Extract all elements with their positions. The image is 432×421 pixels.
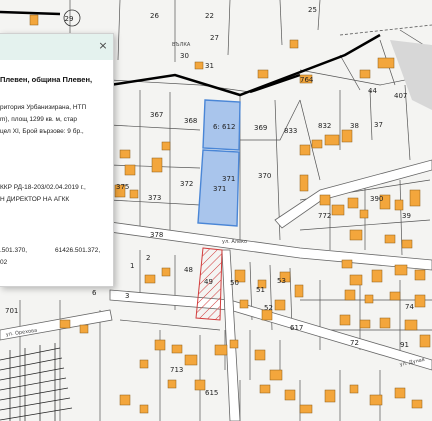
parcel-label: 764	[300, 76, 314, 84]
popup-line: m), площ 1299 кв. м, стар	[0, 116, 77, 123]
popup-coordinate: 61426.501.372,	[55, 247, 101, 254]
parcel-label: 39	[402, 212, 411, 220]
popup-title: Плевен, община Плевен,	[0, 75, 93, 84]
parcel-label: 30	[180, 52, 189, 60]
parcel-label: 701	[5, 307, 18, 315]
selected-parcel-label: 6: 612	[213, 123, 235, 131]
parcel-label: 25	[308, 6, 317, 14]
popup-line: цел XI, Брой вързове: 9 бр.,	[0, 128, 84, 135]
parcel-label: 51	[256, 286, 265, 294]
parcel-label: 713	[170, 366, 183, 374]
street-label: ул. Алеко	[222, 239, 247, 245]
popup-line: Н ДИРЕКТОР НА АГКК	[0, 196, 70, 203]
parcel-label: 38	[350, 122, 359, 130]
parcel-label: 2	[146, 254, 150, 262]
parcel-label: 37	[374, 121, 383, 129]
popup-header: ×	[0, 34, 113, 60]
parcel-label: 615	[205, 389, 218, 397]
parcel-label: 407	[394, 92, 407, 100]
parcel-label: 378	[150, 231, 163, 239]
parcel-label: 91	[400, 341, 409, 349]
parcel-label: 390	[370, 195, 383, 203]
parcel-label: 372	[180, 180, 193, 188]
parcel-label: 3	[125, 292, 129, 300]
parcel-label: 375	[116, 183, 129, 191]
selected-parcel-label: 371	[213, 185, 226, 193]
area-label: ВЪЛКА	[172, 42, 191, 48]
popup-coordinate: .501.370,	[0, 247, 28, 254]
parcel-label: 74	[405, 303, 414, 311]
parcel-label: 1	[130, 262, 134, 270]
parcel-label: 368	[184, 117, 197, 125]
popup-coordinate: 02	[0, 259, 8, 266]
parcel-info-popup: × Плевен, община Плевен, ритория Урбаниз…	[0, 33, 114, 287]
parcel-label: 50	[230, 279, 239, 287]
popup-line: ККР РД-18-203/02.04.2019 г.,	[0, 184, 86, 191]
parcel-label: 27	[210, 34, 219, 42]
parcel-label: 52	[264, 304, 273, 312]
selected-parcel[interactable]	[197, 99, 241, 227]
parcel-label: 48	[184, 266, 193, 274]
parcel-label: 373	[148, 194, 161, 202]
parcel-label: 367	[150, 111, 163, 119]
parcel-label: 369	[254, 124, 267, 132]
parcel-label: 22	[205, 12, 214, 20]
parcel-label: 49	[204, 278, 213, 286]
parcel-label: 370	[258, 172, 271, 180]
parcel-label: 31	[205, 62, 214, 70]
parcel-label: 832	[318, 122, 331, 130]
parcel-label: 44	[368, 87, 377, 95]
parcel-label: 26	[150, 12, 159, 20]
parcel-label: 72	[350, 339, 359, 347]
close-icon[interactable]: ×	[97, 40, 109, 52]
parcel-label: 6	[92, 289, 97, 297]
parcel-label: 772	[318, 212, 331, 220]
parcel-label: 29	[65, 15, 74, 23]
parcel-label: 53	[277, 277, 286, 285]
popup-line: ритория Урбанизирана, НТП	[0, 104, 87, 111]
parcel-label: 617	[290, 324, 303, 332]
parcel-label: 833	[284, 127, 297, 135]
selected-parcel-label: 371	[222, 175, 235, 183]
